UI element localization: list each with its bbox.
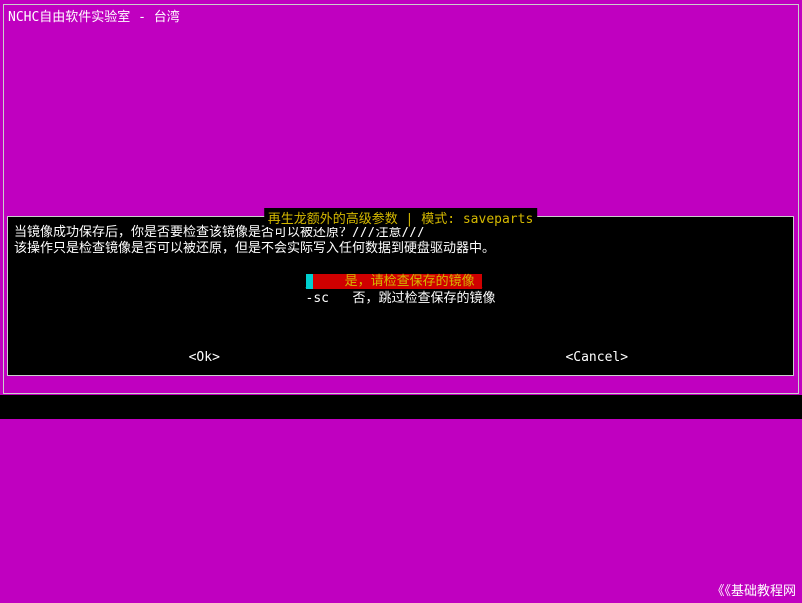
option-no[interactable]: -sc 否，跳过检查保存的镜像: [306, 290, 496, 307]
dialog-box: 再生龙额外的高级参数 | 模式: saveparts 当镜像成功保存后，你是否要…: [7, 216, 794, 376]
footer-text: 《《基础教程网: [711, 580, 796, 599]
window-title: NCHC自由软件实验室 - 台湾: [8, 6, 180, 25]
dialog-text-line2: 该操作只是检查镜像是否可以被还原，但是不会实际写入任何数据到硬盘驱动器中。: [14, 241, 787, 257]
dialog-text-line1: 当镜像成功保存后，你是否要检查该镜像是否可以被还原？///注意///: [14, 225, 787, 241]
cancel-button[interactable]: <Cancel>: [401, 350, 794, 365]
dialog-buttons: <Ok> <Cancel>: [8, 350, 793, 365]
dialog-body: 当镜像成功保存后，你是否要检查该镜像是否可以被还原？///注意/// 该操作只是…: [8, 217, 793, 315]
black-bar: [0, 395, 802, 419]
ok-button[interactable]: <Ok>: [8, 350, 401, 365]
dialog-title: 再生龙额外的高级参数 | 模式: saveparts: [264, 208, 538, 227]
options-container: _____是，请检查保存的镜像_ -sc 否，跳过检查保存的镜像: [14, 273, 787, 307]
option-yes[interactable]: _____是，请检查保存的镜像_: [306, 273, 496, 290]
